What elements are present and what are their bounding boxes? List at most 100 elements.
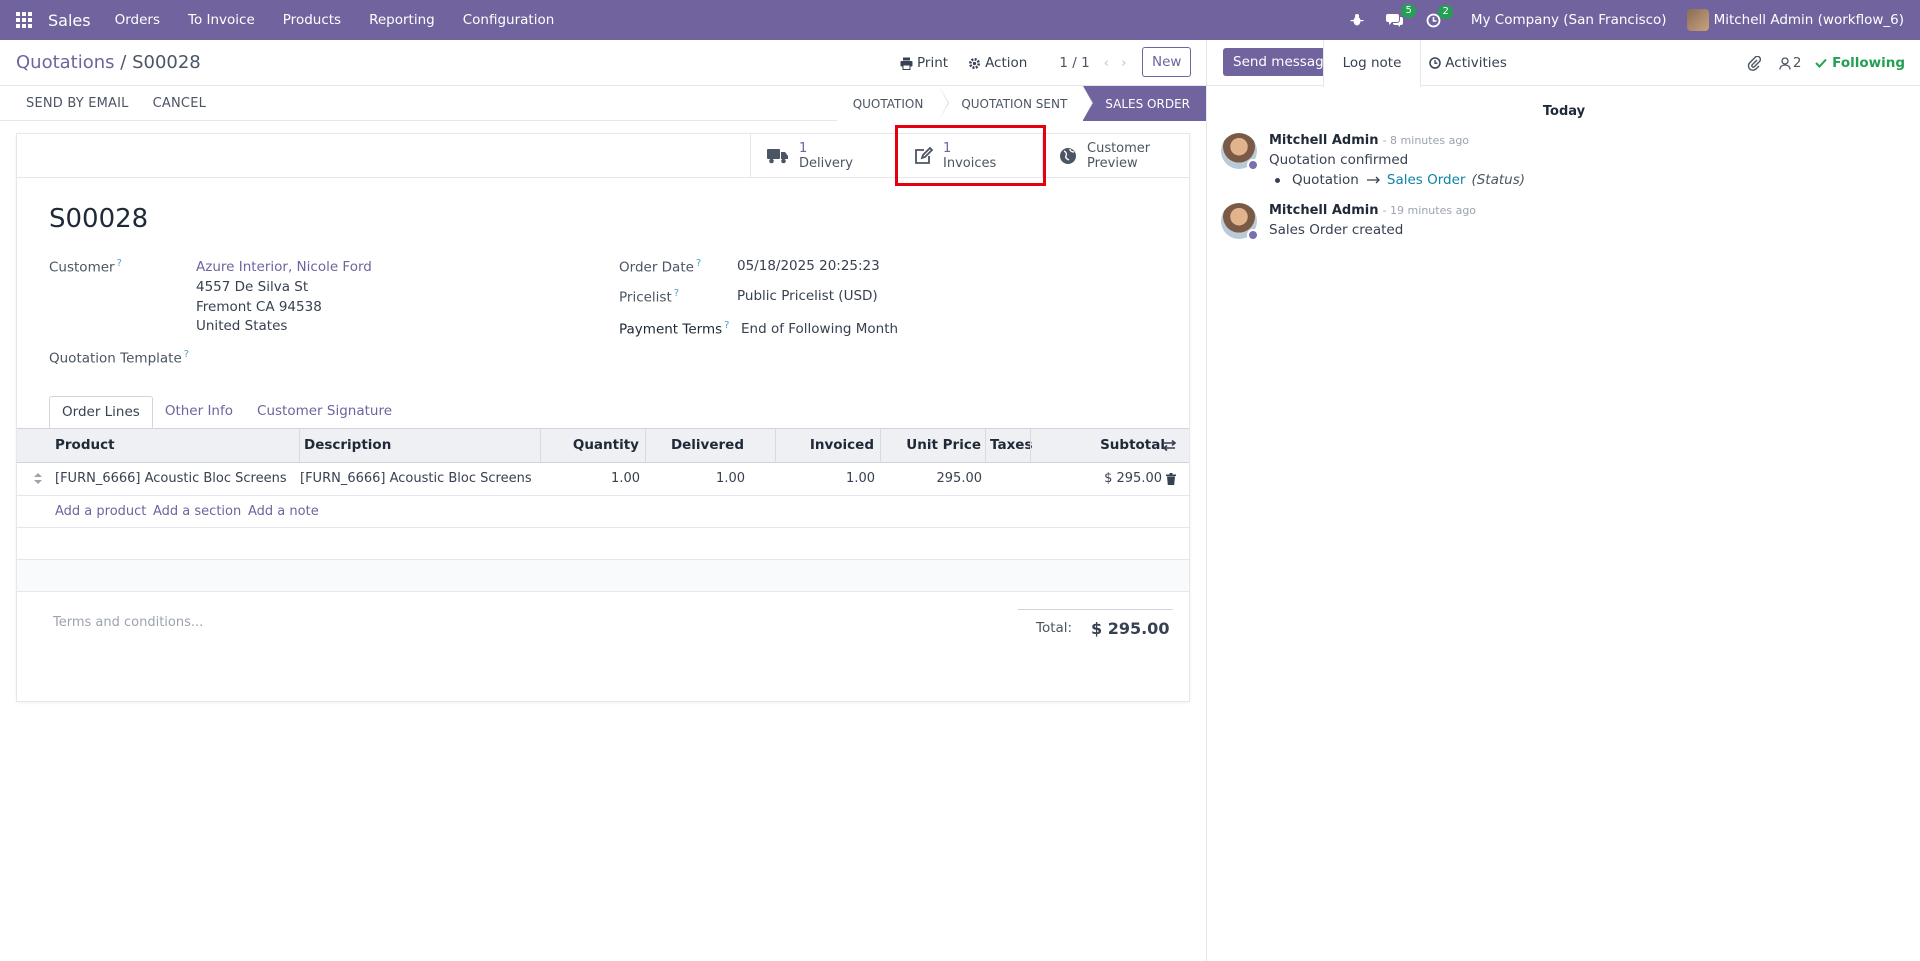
- terms-and-conditions-input[interactable]: Terms and conditions...: [53, 615, 203, 630]
- followers-count: 2: [1792, 55, 1802, 71]
- empty-row: [17, 560, 1189, 592]
- order-date-field[interactable]: 05/18/2025 20:25:23: [737, 258, 880, 274]
- activities-clock-icon[interactable]: 2: [1426, 4, 1453, 28]
- optional-columns-icon[interactable]: [1157, 429, 1181, 462]
- message-body: Sales Order created: [1269, 222, 1404, 238]
- message-author[interactable]: Mitchell Admin: [1269, 133, 1378, 148]
- order-date-label: Order Date?: [619, 258, 702, 276]
- action-button[interactable]: Action: [968, 55, 1027, 71]
- change-from: Quotation: [1292, 172, 1359, 188]
- line-unit-price[interactable]: 295.00: [880, 463, 983, 495]
- messages-icon[interactable]: 5: [1385, 4, 1416, 28]
- add-note-link[interactable]: Add a note: [248, 496, 319, 528]
- message-time: - 8 minutes ago: [1382, 134, 1470, 147]
- globe-icon: [1060, 148, 1076, 164]
- help-tooltip-icon[interactable]: ?: [117, 258, 122, 269]
- col-subtotal[interactable]: Subtotal: [1030, 429, 1165, 462]
- empty-row: [17, 528, 1189, 560]
- address-line3: United States: [196, 318, 288, 334]
- day-separator: Today: [1542, 104, 1586, 119]
- tracking-change: Quotation Sales Order (Status): [1275, 172, 1525, 188]
- stage-quotation-sent[interactable]: QUOTATION SENT: [939, 86, 1094, 121]
- menu-reporting[interactable]: Reporting: [369, 12, 435, 28]
- breadcrumb-separator: /: [114, 52, 133, 73]
- control-panel: Quotations / S00028 Print Action 1 / 1 ‹…: [0, 40, 1206, 86]
- status-bar: SEND BY EMAIL CANCEL QUOTATION QUOTATION…: [0, 86, 1206, 121]
- help-tooltip-icon[interactable]: ?: [674, 288, 679, 299]
- pricelist-field[interactable]: Public Pricelist (USD): [737, 288, 878, 304]
- col-delivered[interactable]: Delivered: [645, 429, 750, 462]
- debug-bug-icon[interactable]: [1350, 13, 1364, 27]
- user-menu[interactable]: Mitchell Admin (workflow_6): [1686, 9, 1904, 31]
- invoices-smart-button[interactable]: 1 Invoices: [896, 134, 1042, 178]
- log-note-button[interactable]: Log note: [1323, 40, 1421, 87]
- pager: 1 / 1 ‹›: [1059, 55, 1138, 71]
- app-brand[interactable]: Sales: [48, 11, 91, 30]
- add-product-link[interactable]: Add a product: [55, 496, 146, 528]
- activities-button[interactable]: Activities: [1429, 40, 1507, 86]
- col-product[interactable]: Product: [55, 429, 300, 462]
- col-invoiced[interactable]: Invoiced: [775, 429, 880, 462]
- attachment-paperclip-icon[interactable]: [1747, 55, 1761, 71]
- help-tooltip-icon[interactable]: ?: [696, 258, 701, 269]
- help-tooltip-icon[interactable]: ?: [184, 349, 189, 360]
- trash-icon[interactable]: [1163, 463, 1179, 495]
- print-button[interactable]: Print: [900, 55, 948, 71]
- user-avatar: [1686, 9, 1709, 31]
- customer-field[interactable]: Azure Interior, Nicole Ford: [196, 259, 372, 275]
- menu-to-invoice[interactable]: To Invoice: [188, 12, 255, 28]
- line-delivered[interactable]: 1.00: [645, 463, 745, 495]
- drag-handle-icon[interactable]: [31, 463, 45, 495]
- author-avatar[interactable]: [1221, 203, 1259, 241]
- gear-icon: [969, 57, 981, 69]
- payment-terms-field[interactable]: End of Following Month: [741, 321, 898, 337]
- stage-quotation[interactable]: QUOTATION: [836, 86, 949, 121]
- message-author[interactable]: Mitchell Admin: [1269, 203, 1378, 218]
- menu-orders[interactable]: Orders: [115, 12, 160, 28]
- new-button[interactable]: New: [1142, 47, 1192, 77]
- col-quantity[interactable]: Quantity: [540, 429, 645, 462]
- send-by-email-button[interactable]: SEND BY EMAIL: [26, 96, 129, 111]
- arrow-right-icon: [1366, 172, 1381, 188]
- message-time: - 19 minutes ago: [1382, 204, 1477, 217]
- chatter-topbar: Send message Log note Activities 2 Follo…: [1207, 40, 1920, 87]
- menu-products[interactable]: Products: [283, 12, 341, 28]
- stage-sales-order[interactable]: SALES ORDER: [1083, 86, 1206, 121]
- followers-button[interactable]: 2: [1779, 55, 1802, 71]
- main-menu: Orders To Invoice Products Reporting Con…: [115, 12, 583, 28]
- smart-buttons-row: 1 Delivery 1 Invoices Customer Preview: [17, 134, 1189, 178]
- line-taxes[interactable]: [989, 463, 1029, 495]
- line-quantity[interactable]: 1.00: [540, 463, 640, 495]
- tab-customer-signature[interactable]: Customer Signature: [245, 396, 404, 428]
- pricelist-label: Pricelist?: [619, 288, 680, 306]
- apps-menu-icon[interactable]: [0, 0, 48, 40]
- address-line2: Fremont CA 94538: [196, 299, 322, 315]
- line-description[interactable]: [FURN_6666] Acoustic Bloc Screens: [300, 463, 532, 495]
- company-switcher[interactable]: My Company (San Francisco): [1471, 12, 1667, 28]
- customer-preview-smart-button[interactable]: Customer Preview: [1042, 134, 1189, 178]
- line-product[interactable]: [FURN_6666] Acoustic Bloc Screens: [55, 463, 287, 495]
- pager-previous-icon[interactable]: ‹: [1104, 55, 1121, 71]
- col-description[interactable]: Description: [299, 429, 544, 462]
- tab-other-info[interactable]: Other Info: [153, 396, 245, 428]
- help-tooltip-icon[interactable]: ?: [724, 320, 729, 331]
- quotation-template-label: Quotation Template?: [49, 349, 190, 367]
- breadcrumb-quotations[interactable]: Quotations: [16, 52, 115, 73]
- table-row[interactable]: [FURN_6666] Acoustic Bloc Screens [FURN_…: [17, 463, 1189, 496]
- following-button[interactable]: Following: [1815, 55, 1905, 71]
- action-label: Action: [985, 55, 1028, 71]
- cancel-button[interactable]: CANCEL: [153, 96, 206, 111]
- col-unit-price[interactable]: Unit Price: [880, 429, 985, 462]
- messages-count-badge: 5: [1401, 4, 1416, 18]
- line-invoiced: 1.00: [846, 471, 875, 486]
- pager-next-icon[interactable]: ›: [1121, 55, 1138, 71]
- tab-order-lines[interactable]: Order Lines: [49, 396, 153, 428]
- record-title: S00028: [49, 204, 149, 234]
- delivery-smart-button[interactable]: 1 Delivery: [750, 134, 896, 178]
- menu-configuration[interactable]: Configuration: [463, 12, 555, 28]
- top-navbar: Sales Orders To Invoice Products Reporti…: [0, 0, 1920, 40]
- author-avatar[interactable]: [1221, 133, 1259, 171]
- pager-value[interactable]: 1 / 1: [1059, 55, 1089, 71]
- add-section-link[interactable]: Add a section: [153, 496, 241, 528]
- col-taxes[interactable]: Taxes: [985, 429, 1032, 462]
